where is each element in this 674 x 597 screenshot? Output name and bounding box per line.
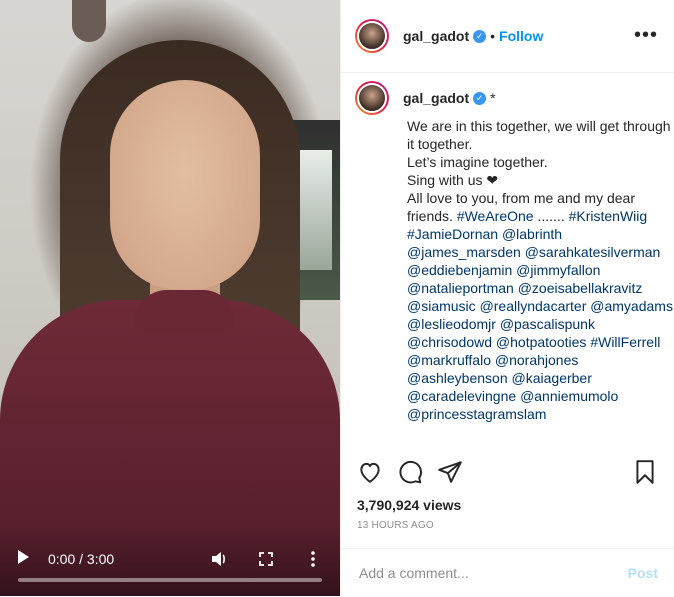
video-time: 0:00 / 3:00 [48, 551, 115, 567]
caption-tag-link[interactable]: @ashleybenson [407, 370, 508, 386]
caption-tag-link[interactable]: #WillFerrell [590, 334, 660, 350]
caption-text-segment [618, 388, 622, 404]
caption-tag-link[interactable]: @norahjones [495, 352, 579, 368]
post-side-panel: gal_gadot ✓ • Follow ••• gal_gadot ✓ * W… [340, 0, 674, 596]
follow-button[interactable]: Follow [499, 28, 543, 44]
caption-tag-link[interactable]: @anniemumolo [520, 388, 618, 404]
avatar[interactable] [355, 19, 389, 53]
heart-icon[interactable] [357, 459, 383, 485]
caption-text-segment [578, 352, 582, 368]
caption-avatar[interactable] [355, 81, 389, 115]
caption-tag-link[interactable]: @zoeisabellakravitz [518, 280, 643, 296]
play-icon[interactable] [18, 550, 29, 564]
share-icon[interactable] [437, 459, 463, 485]
comment-box: Post [341, 548, 674, 597]
caption-text-segment [660, 334, 664, 350]
caption-avatar-image [357, 83, 387, 113]
view-count[interactable]: 3,790,924 views [357, 497, 461, 513]
caption-tag-link[interactable]: @jimmyfallon [516, 262, 600, 278]
action-bar [341, 455, 674, 495]
comment-icon[interactable] [397, 459, 423, 485]
caption-text-segment [642, 280, 646, 296]
avatar-image [357, 21, 387, 51]
ceiling-fan-blade [72, 0, 106, 42]
caption-tag-link[interactable]: @pascalispunk [500, 316, 595, 332]
caption-text-segment [660, 244, 664, 260]
header-username[interactable]: gal_gadot [403, 28, 469, 44]
fullscreen-icon[interactable] [259, 552, 273, 566]
caption-username[interactable]: gal_gadot [403, 90, 469, 106]
caption-text-segment [562, 226, 566, 242]
caption-tag-link[interactable]: @natalieportman [407, 280, 514, 296]
caption: gal_gadot ✓ * We are in this together, w… [341, 73, 674, 451]
caption-tag-link[interactable]: @james_marsden [407, 244, 521, 260]
header-separator: • [490, 28, 496, 44]
caption-tag-link[interactable]: @siamusic [407, 298, 476, 314]
caption-tag-link[interactable]: #WeAreOne [457, 208, 534, 224]
person-face [110, 80, 260, 290]
caption-tag-link[interactable]: @leslieodomjr [407, 316, 496, 332]
post-header: gal_gadot ✓ • Follow ••• [341, 0, 674, 73]
caption-tag-link[interactable]: @labrinth [502, 226, 562, 242]
caption-text-segment [600, 262, 604, 278]
more-options-icon[interactable]: ••• [634, 24, 658, 47]
video-player[interactable]: 0:00 / 3:00 [0, 0, 340, 596]
verified-badge-icon: ✓ [473, 29, 487, 43]
caption-text-segment [647, 208, 651, 224]
window-pane [300, 150, 332, 270]
caption-tag-link[interactable]: #JamieDornan [407, 226, 498, 242]
caption-tag-link[interactable]: @amyadams [590, 298, 673, 314]
caption-header: gal_gadot ✓ * [355, 81, 660, 115]
person-collar [135, 290, 235, 330]
volume-icon[interactable] [210, 550, 228, 568]
caption-tag-link[interactable]: @hotpatooties [496, 334, 587, 350]
post-comment-button[interactable]: Post [628, 565, 658, 581]
caption-tag-link[interactable]: @eddiebenjamin [407, 262, 512, 278]
video-progress-bar[interactable] [18, 578, 322, 582]
caption-text-segment [595, 316, 599, 332]
comment-input[interactable] [357, 564, 611, 582]
post-view: 0:00 / 3:00 gal_gadot ✓ • Follow ••• gal… [0, 0, 674, 596]
caption-star: * [490, 90, 496, 106]
caption-tag-link[interactable]: @reallyndacarter [480, 298, 587, 314]
caption-tag-link[interactable]: #KristenWiig [569, 208, 648, 224]
caption-text: We are in this together, we will get thr… [407, 117, 674, 423]
caption-text-segment [592, 370, 596, 386]
caption-tag-link[interactable]: @kaiagerber [512, 370, 592, 386]
caption-tag-link[interactable]: @chrisodowd [407, 334, 492, 350]
caption-tag-link[interactable]: @sarahkatesilverman [525, 244, 661, 260]
caption-tag-link[interactable]: @markruffalo [407, 352, 491, 368]
caption-tag-link[interactable]: @princesstagramslam [407, 406, 546, 422]
caption-verified-badge-icon: ✓ [473, 91, 487, 105]
post-timestamp[interactable]: 13 HOURS AGO [357, 520, 434, 531]
caption-tag-link[interactable]: @caradelevingne [407, 388, 516, 404]
more-vertical-icon[interactable] [310, 550, 316, 568]
bookmark-icon[interactable] [632, 459, 658, 485]
caption-text-segment: ....... [533, 208, 569, 224]
